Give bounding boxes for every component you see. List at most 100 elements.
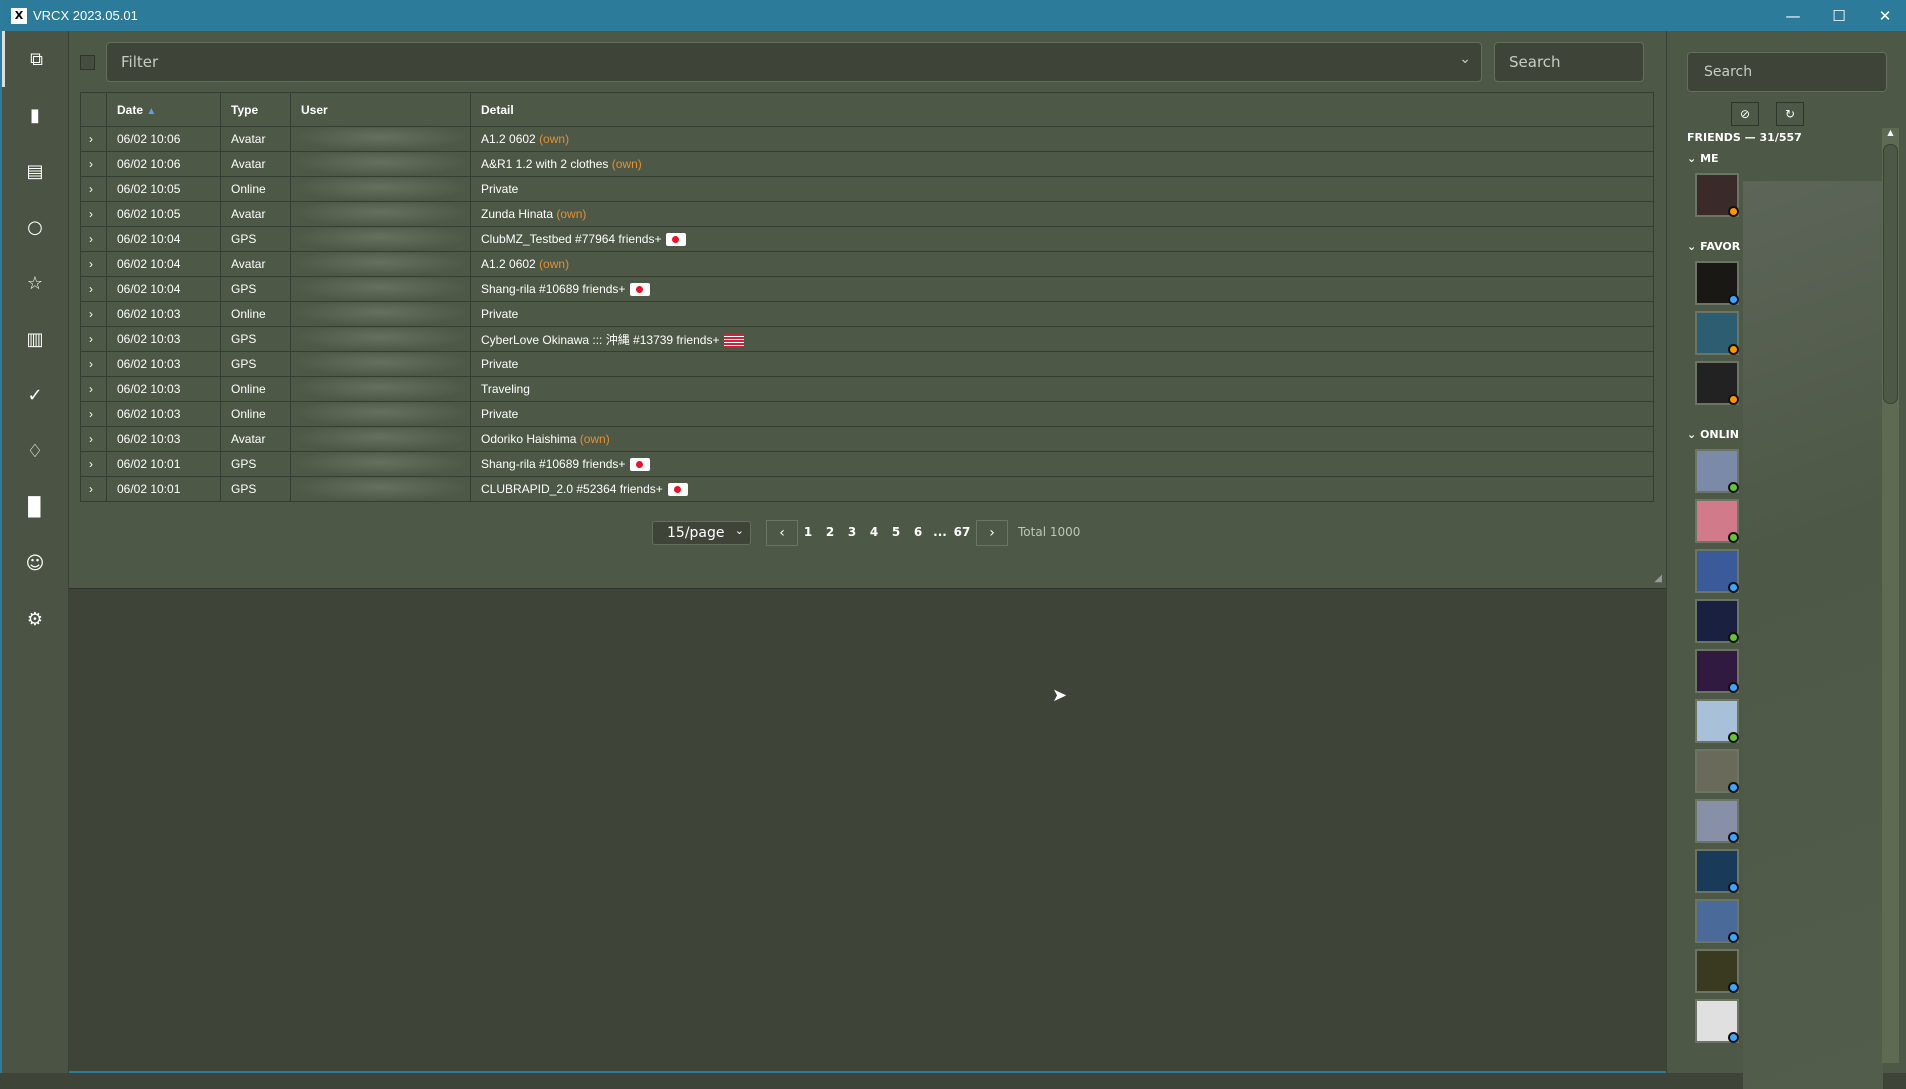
- cell-user-blurred[interactable]: [290, 276, 471, 302]
- page-4[interactable]: 4: [863, 521, 885, 545]
- cell-detail[interactable]: Private: [470, 301, 1654, 327]
- maximize-button[interactable]: ☐: [1816, 0, 1862, 31]
- cell-user-blurred[interactable]: [290, 301, 471, 327]
- cell-detail[interactable]: CyberLove Okinawa ::: 沖縄 #13739 friends+: [470, 326, 1654, 352]
- expand-row-icon[interactable]: ›: [80, 126, 107, 152]
- page-67[interactable]: 67: [951, 521, 973, 545]
- nav-chart[interactable]: ▮: [2, 87, 68, 143]
- table-row[interactable]: › 06/02 10:05 Avatar Zunda Hinata (own): [80, 201, 1654, 227]
- table-row[interactable]: › 06/02 10:06 Avatar A1.2 0602 (own): [80, 126, 1654, 152]
- cell-user-blurred[interactable]: [290, 476, 471, 502]
- cell-user-blurred[interactable]: [290, 351, 471, 377]
- cell-detail[interactable]: Private: [470, 176, 1654, 202]
- table-row[interactable]: › 06/02 10:03 GPS Private: [80, 351, 1654, 377]
- table-row[interactable]: › 06/02 10:03 GPS CyberLove Okinawa ::: 沖縄 …: [80, 326, 1654, 352]
- group-favor[interactable]: ⌄ FAVOR: [1687, 240, 1740, 253]
- friend-search-input[interactable]: Search: [1687, 52, 1887, 92]
- cell-detail[interactable]: Odoriko Haishima (own): [470, 426, 1654, 452]
- nav-book[interactable]: ▉: [2, 479, 68, 535]
- block-icon[interactable]: ⊘: [1731, 102, 1759, 126]
- expand-row-icon[interactable]: ›: [80, 226, 107, 252]
- scrollbar[interactable]: ▲: [1882, 128, 1899, 1063]
- cell-user-blurred[interactable]: [290, 176, 471, 202]
- table-row[interactable]: › 06/02 10:03 Online Private: [80, 301, 1654, 327]
- page-6[interactable]: 6: [907, 521, 929, 545]
- nav-star[interactable]: ☆: [2, 255, 68, 311]
- table-row[interactable]: › 06/02 10:04 Avatar A1.2 0602 (own): [80, 251, 1654, 277]
- expand-row-icon[interactable]: ›: [80, 201, 107, 227]
- nav-gear[interactable]: ⚙: [2, 591, 68, 647]
- friend-avatar[interactable]: [1695, 261, 1739, 305]
- filter-select[interactable]: Filter ⌄: [106, 42, 1482, 82]
- cell-detail[interactable]: Zunda Hinata (own): [470, 201, 1654, 227]
- expand-row-icon[interactable]: ›: [80, 351, 107, 377]
- friend-avatar[interactable]: [1695, 749, 1739, 793]
- cell-detail[interactable]: Shang-rila #10689 friends+: [470, 451, 1654, 477]
- friend-avatar[interactable]: [1695, 361, 1739, 405]
- friend-avatar[interactable]: [1695, 799, 1739, 843]
- table-row[interactable]: › 06/02 10:01 GPS CLUBRAPID_2.0 #52364 frie…: [80, 476, 1654, 502]
- table-row[interactable]: › 06/02 10:04 GPS ClubMZ_Testbed #77964 fri…: [80, 226, 1654, 252]
- header-detail[interactable]: Detail: [470, 92, 1654, 127]
- page-1[interactable]: 1: [797, 521, 819, 545]
- cell-detail[interactable]: ClubMZ_Testbed #77964 friends+: [470, 226, 1654, 252]
- page-3[interactable]: 3: [841, 521, 863, 545]
- table-row[interactable]: › 06/02 10:06 Avatar A&R1 1.2 with 2 clothe…: [80, 151, 1654, 177]
- close-button[interactable]: ✕: [1862, 0, 1906, 31]
- friend-avatar[interactable]: [1695, 173, 1739, 217]
- expand-row-icon[interactable]: ›: [80, 451, 107, 477]
- expand-row-icon[interactable]: ›: [80, 401, 107, 427]
- table-row[interactable]: › 06/02 10:03 Avatar Odoriko Haishima (own): [80, 426, 1654, 452]
- cell-detail[interactable]: A1.2 0602 (own): [470, 251, 1654, 277]
- friend-avatar[interactable]: [1695, 999, 1739, 1043]
- header-user[interactable]: User: [290, 92, 471, 127]
- expand-row-icon[interactable]: ›: [80, 476, 107, 502]
- friend-avatar[interactable]: [1695, 311, 1739, 355]
- friend-avatar[interactable]: [1695, 649, 1739, 693]
- page-5[interactable]: 5: [885, 521, 907, 545]
- next-page-button[interactable]: ›: [976, 520, 1008, 546]
- cell-user-blurred[interactable]: [290, 426, 471, 452]
- expand-row-icon[interactable]: ›: [80, 151, 107, 177]
- expand-row-icon[interactable]: ›: [80, 326, 107, 352]
- page-ellipsis[interactable]: ...: [929, 521, 951, 545]
- cell-user-blurred[interactable]: [290, 451, 471, 477]
- resize-handle-icon[interactable]: ◢: [1654, 573, 1662, 584]
- nav-log[interactable]: ▤: [2, 143, 68, 199]
- table-row[interactable]: › 06/02 10:05 Online Private: [80, 176, 1654, 202]
- cell-user-blurred[interactable]: [290, 401, 471, 427]
- table-row[interactable]: › 06/02 10:03 Online Private: [80, 401, 1654, 427]
- minimize-button[interactable]: —: [1770, 0, 1816, 31]
- nav-feed[interactable]: ⧉: [2, 31, 68, 87]
- expand-row-icon[interactable]: ›: [80, 276, 107, 302]
- friend-avatar[interactable]: [1695, 599, 1739, 643]
- expand-row-icon[interactable]: ›: [80, 251, 107, 277]
- cell-detail[interactable]: Traveling: [470, 376, 1654, 402]
- nav-search[interactable]: ○: [2, 199, 68, 255]
- cell-detail[interactable]: Private: [470, 351, 1654, 377]
- expand-row-icon[interactable]: ›: [80, 176, 107, 202]
- expand-row-icon[interactable]: ›: [80, 376, 107, 402]
- friend-avatar[interactable]: [1695, 449, 1739, 493]
- table-row[interactable]: › 06/02 10:01 GPS Shang-rila #10689 friends…: [80, 451, 1654, 477]
- friend-avatar[interactable]: [1695, 949, 1739, 993]
- table-row[interactable]: › 06/02 10:03 Online Traveling: [80, 376, 1654, 402]
- nav-checklist[interactable]: ✓: [2, 367, 68, 423]
- expand-row-icon[interactable]: ›: [80, 301, 107, 327]
- page-2[interactable]: 2: [819, 521, 841, 545]
- search-input[interactable]: Search: [1494, 42, 1644, 82]
- nav-list[interactable]: ▥: [2, 311, 68, 367]
- cell-user-blurred[interactable]: [290, 201, 471, 227]
- prev-page-button[interactable]: ‹: [766, 520, 798, 546]
- header-type[interactable]: Type: [220, 92, 291, 127]
- refresh-icon[interactable]: ↻: [1776, 102, 1804, 126]
- cell-user-blurred[interactable]: [290, 226, 471, 252]
- scrollbar-thumb[interactable]: [1883, 144, 1898, 404]
- cell-user-blurred[interactable]: [290, 251, 471, 277]
- cell-detail[interactable]: Private: [470, 401, 1654, 427]
- cell-detail[interactable]: CLUBRAPID_2.0 #52364 friends+: [470, 476, 1654, 502]
- cell-user-blurred[interactable]: [290, 126, 471, 152]
- friend-avatar[interactable]: [1695, 899, 1739, 943]
- friend-avatar[interactable]: [1695, 499, 1739, 543]
- cell-detail[interactable]: A&R1 1.2 with 2 clothes (own): [470, 151, 1654, 177]
